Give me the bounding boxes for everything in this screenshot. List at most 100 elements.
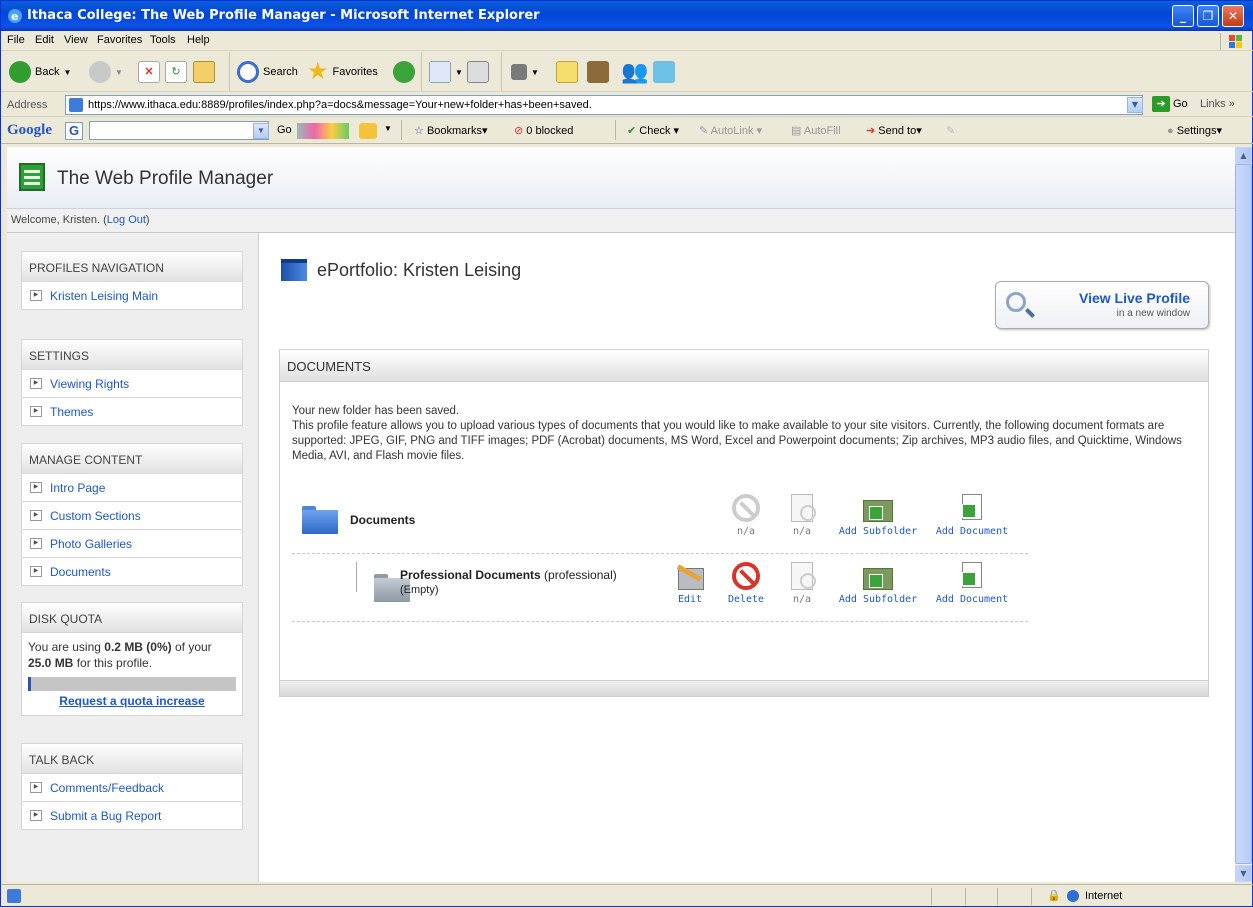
menu-favorites[interactable]: Favorites bbox=[97, 34, 142, 46]
folder-name[interactable]: Documents bbox=[350, 513, 415, 527]
folder-status: (Empty) bbox=[400, 584, 439, 596]
forward-button[interactable]: ▼ bbox=[89, 58, 123, 86]
ie-logo-icon: e bbox=[7, 8, 23, 24]
request-quota-link[interactable]: Request a quota increase bbox=[28, 693, 236, 709]
google-buttons-icon[interactable] bbox=[297, 123, 349, 139]
section-title: MANAGE CONTENT bbox=[21, 443, 243, 474]
menu-tools[interactable]: Tools bbox=[150, 34, 176, 46]
google-search-input[interactable] bbox=[89, 121, 269, 140]
feature-description: This profile feature allows you to uploa… bbox=[292, 420, 1182, 462]
highlight-icon[interactable]: ✎ bbox=[946, 124, 955, 137]
lock-icon: 🔒 bbox=[1047, 890, 1061, 902]
scroll-down-button[interactable]: ▼ bbox=[1235, 865, 1252, 882]
panel-message: Your new folder has been saved. This pro… bbox=[292, 404, 1204, 464]
messenger-button[interactable]: 👥 bbox=[621, 58, 648, 86]
settings-section: SETTINGS ▶ Viewing Rights ▶ Themes bbox=[21, 339, 243, 426]
address-dropdown[interactable]: ▼ bbox=[1127, 97, 1143, 113]
history-icon bbox=[393, 61, 415, 83]
quota-progress-bar bbox=[28, 677, 236, 691]
edit-pencil-icon bbox=[676, 562, 704, 590]
ie-window: e Ithaca College: The Web Profile Manage… bbox=[0, 0, 1253, 907]
mail-button[interactable]: ▼ bbox=[429, 58, 463, 86]
nav-item-custom-sections[interactable]: ▶ Custom Sections bbox=[21, 502, 243, 530]
restore-button[interactable]: ❐ bbox=[1197, 5, 1219, 27]
nav-item-comments-feedback[interactable]: ▶ Comments/Feedback bbox=[21, 774, 243, 802]
scroll-thumb[interactable] bbox=[1235, 164, 1252, 864]
google-options-icon[interactable] bbox=[359, 123, 377, 139]
stop-button[interactable]: ✕ bbox=[138, 58, 160, 86]
nav-item-viewing-rights[interactable]: ▶ Viewing Rights bbox=[21, 370, 243, 398]
popup-blocker-button[interactable]: ⊘ 0 blocked bbox=[514, 124, 573, 137]
add-subfolder-button[interactable]: Add Subfolder bbox=[838, 494, 918, 537]
menu-edit[interactable]: Edit bbox=[35, 34, 54, 46]
settings-button[interactable]: ● Settings▾ bbox=[1167, 124, 1222, 137]
contacts-button[interactable] bbox=[653, 58, 675, 86]
bookmark-star-icon: ☆ bbox=[414, 125, 424, 137]
nav-item-kristen-leising-main[interactable]: ▶ Kristen Leising Main bbox=[21, 282, 243, 310]
saved-message: Your new folder has been saved. bbox=[292, 405, 460, 417]
arrow-right-icon: ▶ bbox=[30, 782, 42, 793]
site-title: The Web Profile Manager bbox=[57, 168, 274, 189]
add-document-button[interactable]: Add Document bbox=[932, 562, 1012, 605]
menu-help[interactable]: Help bbox=[187, 34, 210, 46]
magnifier-icon bbox=[1006, 292, 1026, 312]
folder-row-professional: Professional Documents (professional) (E… bbox=[292, 554, 1028, 622]
autofill-button[interactable]: ▤ AutoFill bbox=[791, 124, 841, 137]
send-to-button[interactable]: ➔ Send to▾ bbox=[866, 124, 922, 137]
nav-item-themes[interactable]: ▶ Themes bbox=[21, 398, 243, 426]
scroll-up-button[interactable]: ▲ bbox=[1235, 147, 1252, 164]
add-document-icon bbox=[958, 494, 986, 522]
go-button[interactable]: ➔ Go bbox=[1152, 96, 1188, 112]
google-menu-button[interactable]: G bbox=[65, 122, 83, 140]
autolink-button[interactable]: ✎ AutoLink ▾ bbox=[699, 124, 762, 137]
nav-item-photo-galleries[interactable]: ▶ Photo Galleries bbox=[21, 530, 243, 558]
menu-view[interactable]: View bbox=[64, 34, 88, 46]
add-subfolder-button[interactable]: Add Subfolder bbox=[838, 562, 918, 605]
home-button[interactable] bbox=[193, 58, 215, 86]
history-button[interactable] bbox=[393, 58, 415, 86]
print-button[interactable] bbox=[467, 58, 489, 86]
status-bar: 🔒 Internet bbox=[1, 884, 1253, 908]
edit-button[interactable]: ▼ bbox=[511, 58, 539, 86]
standard-toolbar: Back ▼ ▼ ✕ ↻ Search ★ Favorites ▼ ▼ 👥 bbox=[1, 52, 1253, 92]
discuss-button[interactable] bbox=[556, 58, 578, 86]
arrow-right-icon: ▶ bbox=[30, 538, 42, 549]
title-bar: e Ithaca College: The Web Profile Manage… bbox=[1, 1, 1253, 31]
google-go-button[interactable]: Go bbox=[277, 124, 292, 136]
folder-name[interactable]: Professional Documents (professional) bbox=[400, 568, 617, 582]
minimize-button[interactable]: _ bbox=[1172, 5, 1194, 27]
vertical-scrollbar[interactable]: ▲ ▼ bbox=[1235, 147, 1252, 882]
nav-item-documents[interactable]: ▶ Documents bbox=[21, 558, 243, 586]
bookmarks-button[interactable]: ☆ Bookmarks▾ bbox=[414, 124, 488, 137]
back-button[interactable]: Back ▼ bbox=[9, 58, 71, 86]
google-search-dropdown[interactable]: ▼ bbox=[253, 123, 269, 139]
section-title: TALK BACK bbox=[21, 743, 243, 774]
no-icon bbox=[732, 494, 760, 522]
logout-link[interactable]: Log Out bbox=[107, 214, 146, 226]
close-button[interactable]: ✕ bbox=[1222, 5, 1244, 27]
spell-check-button[interactable]: ✔ Check ▾ bbox=[627, 124, 679, 137]
page-icon bbox=[69, 98, 83, 112]
add-document-button[interactable]: Add Document bbox=[932, 494, 1012, 537]
address-input[interactable]: https://www.ithaca.edu:8889/profiles/ind… bbox=[65, 95, 1143, 115]
links-button[interactable]: Links » bbox=[1200, 98, 1235, 110]
view-live-profile-button[interactable]: View Live Profile in a new window bbox=[995, 281, 1209, 329]
star-icon: ★ bbox=[307, 58, 329, 85]
menu-bar: File Edit View Favorites Tools Help bbox=[1, 31, 1253, 51]
google-toolbar: Google G ▼ Go ▼ ☆ Bookmarks▾ ⊘ 0 blocked… bbox=[1, 118, 1253, 144]
talk-back-section: TALK BACK ▶ Comments/Feedback ▶ Submit a B… bbox=[21, 743, 243, 830]
menu-file[interactable]: File bbox=[7, 34, 25, 46]
folder-icon[interactable] bbox=[302, 506, 338, 534]
favorites-button[interactable]: ★ Favorites bbox=[307, 58, 378, 86]
search-button[interactable]: Search bbox=[237, 58, 298, 86]
refresh-button[interactable]: ↻ bbox=[165, 58, 187, 86]
nav-item-intro-page[interactable]: ▶ Intro Page bbox=[21, 474, 243, 502]
stop-icon: ✕ bbox=[138, 61, 160, 83]
research-button[interactable] bbox=[587, 58, 609, 86]
section-title: DISK QUOTA bbox=[21, 602, 243, 633]
nav-item-submit-bug-report[interactable]: ▶ Submit a Bug Report bbox=[21, 802, 243, 830]
arrow-right-icon: ▶ bbox=[30, 378, 42, 389]
section-title: SETTINGS bbox=[21, 339, 243, 370]
go-arrow-icon: ➔ bbox=[1152, 96, 1170, 112]
search-icon bbox=[237, 61, 259, 83]
